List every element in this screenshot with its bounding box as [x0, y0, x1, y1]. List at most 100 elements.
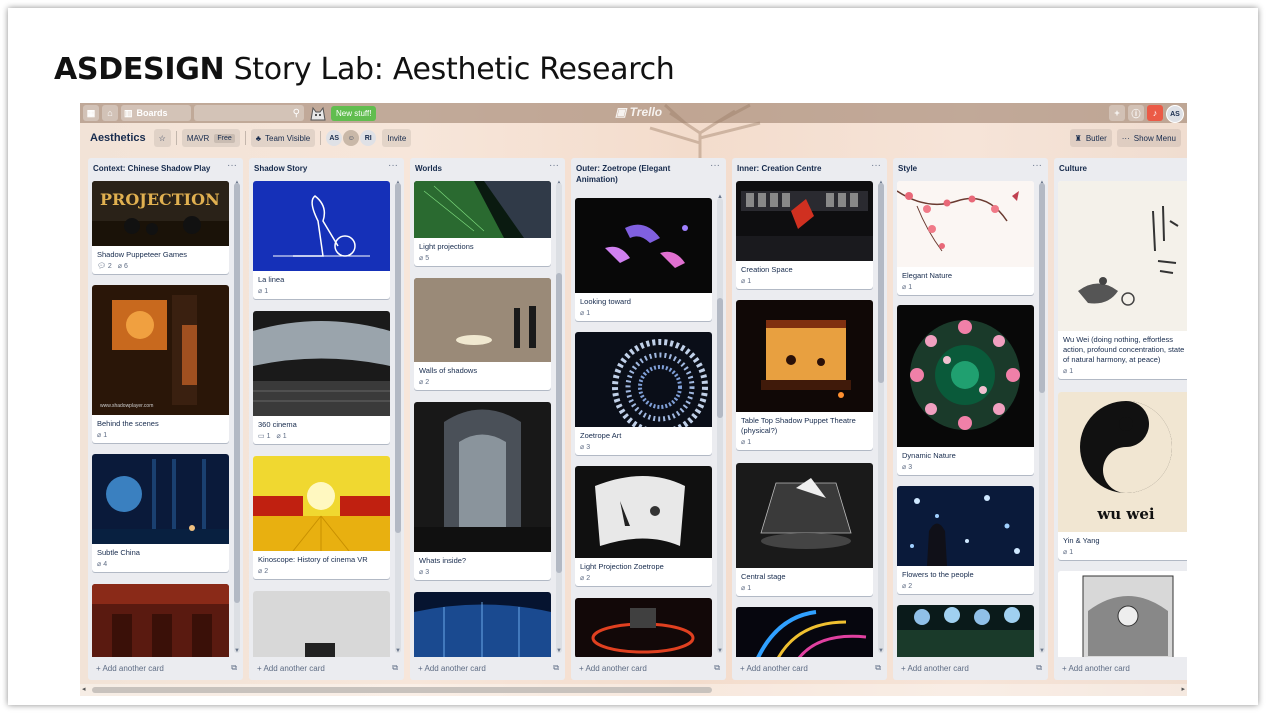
info-button[interactable]: ⓘ: [1128, 105, 1144, 121]
list-title[interactable]: Outer: Zoetrope (Elegant Animation): [571, 158, 726, 188]
scrollbar-thumb[interactable]: [395, 183, 401, 533]
card[interactable]: Central stage ⌀ 1: [736, 463, 873, 596]
card[interactable]: Dynamic Nature ⌀ 3: [897, 305, 1034, 475]
list-menu-icon[interactable]: ···: [388, 160, 398, 171]
board-name[interactable]: Aesthetics: [90, 132, 146, 144]
new-stuff-button[interactable]: New stuff!: [331, 105, 377, 121]
card[interactable]: [253, 591, 390, 657]
card-cover-image: [736, 463, 873, 568]
scroll-right-icon[interactable]: ▸: [1181, 685, 1185, 693]
trello-logo[interactable]: ▣ Trello: [615, 105, 662, 119]
board-horizontal-scrollbar[interactable]: ◂ ▸: [80, 684, 1187, 696]
card[interactable]: Whats inside? ⌀ 3: [414, 402, 551, 580]
template-icon[interactable]: ⧉: [714, 663, 720, 673]
card[interactable]: La linea ⌀ 1: [253, 181, 390, 299]
scrollbar-thumb[interactable]: [1039, 183, 1045, 393]
home-button[interactable]: ⌂: [102, 105, 118, 121]
scroll-down-icon[interactable]: ▼: [556, 648, 562, 654]
member-avatar[interactable]: AS: [326, 130, 343, 146]
visibility-button[interactable]: ♣ Team Visible: [250, 129, 316, 147]
card[interactable]: Light Projection Zoetrope ⌀ 2: [575, 466, 712, 586]
card[interactable]: PROJECTION Shadow Puppeteer Games 💬︎ 2 ⌀ 6: [92, 181, 229, 274]
member-avatar[interactable]: RI: [360, 130, 377, 146]
add-card-button[interactable]: + Add another card ⧉: [410, 658, 565, 680]
card[interactable]: Looking toward ⌀ 1: [575, 198, 712, 321]
card[interactable]: Kinoscope: History of cinema VR ⌀ 2: [253, 456, 390, 579]
list-scrollbar[interactable]: [878, 183, 884, 653]
card[interactable]: [1058, 571, 1187, 657]
lists-container: Context: Chinese Shadow Play ··· PROJECT…: [88, 158, 1187, 680]
template-icon[interactable]: ⧉: [392, 663, 398, 673]
notifications-button[interactable]: ♪: [1147, 105, 1163, 121]
invite-button[interactable]: Invite: [382, 129, 412, 147]
scroll-down-icon[interactable]: ▼: [234, 648, 240, 654]
scroll-down-icon[interactable]: ▼: [395, 648, 401, 654]
boards-button[interactable]: ▥ Boards: [121, 105, 191, 121]
list-menu-icon[interactable]: ···: [227, 160, 237, 171]
scrollbar-thumb[interactable]: [717, 298, 723, 418]
card[interactable]: Wu Wei (doing nothing, effortless action…: [1058, 181, 1187, 379]
card[interactable]: [414, 592, 551, 657]
card-cover: [92, 454, 229, 544]
husky-mascot-icon[interactable]: [308, 104, 328, 122]
add-card-button[interactable]: + Add another card ⧉: [249, 658, 404, 680]
team-button[interactable]: MAVR Free: [181, 129, 240, 147]
list-scrollbar[interactable]: [556, 183, 562, 653]
scroll-down-icon[interactable]: ▼: [717, 648, 723, 654]
add-card-button[interactable]: + Add another card: [1054, 658, 1187, 680]
add-card-button[interactable]: + Add another card ⧉: [732, 658, 887, 680]
card[interactable]: Flowers to the people ⌀ 2: [897, 486, 1034, 594]
card[interactable]: [575, 598, 712, 657]
list-scrollbar[interactable]: [234, 183, 240, 653]
card[interactable]: Zoetrope Art ⌀ 3: [575, 332, 712, 455]
horizontal-scrollbar-thumb[interactable]: [92, 687, 712, 693]
list-menu-icon[interactable]: ···: [871, 160, 881, 171]
card[interactable]: Table Top Shadow Puppet Theatre (physica…: [736, 300, 873, 450]
paperclip-icon: ⌀: [1063, 368, 1068, 375]
card[interactable]: Subtle China ⌀ 4: [92, 454, 229, 572]
card[interactable]: www.shadowplayer.com Behind the scenes ⌀…: [92, 285, 229, 443]
card[interactable]: 360 cinema ▭ 1 ⌀ 1: [253, 311, 390, 444]
list-menu-icon[interactable]: ···: [1032, 160, 1042, 171]
star-button[interactable]: ☆: [153, 129, 171, 147]
list-scrollbar[interactable]: [395, 183, 401, 653]
scrollbar-thumb[interactable]: [556, 273, 562, 573]
template-icon[interactable]: ⧉: [231, 663, 237, 673]
show-menu-button[interactable]: ··· Show Menu: [1116, 129, 1181, 147]
card[interactable]: Elegant Nature ⌀ 1: [897, 181, 1034, 295]
scrollbar-thumb[interactable]: [234, 183, 240, 603]
add-card-button[interactable]: + Add another card ⧉: [88, 658, 243, 680]
card[interactable]: wu wei Yin & Yang ⌀ 1: [1058, 392, 1187, 560]
trello-logo-icon: ▣: [615, 105, 630, 119]
template-icon[interactable]: ⧉: [553, 663, 559, 673]
list-scrollbar[interactable]: [717, 198, 723, 653]
scroll-down-icon[interactable]: ▼: [878, 648, 884, 654]
search-input[interactable]: ⚲: [194, 105, 304, 121]
template-icon[interactable]: ⧉: [1036, 663, 1042, 673]
card-cover: [92, 584, 229, 657]
create-button[interactable]: +: [1109, 105, 1125, 121]
card[interactable]: Light projections ⌀ 5: [414, 181, 551, 266]
list-menu-icon[interactable]: ···: [710, 160, 720, 171]
card[interactable]: [897, 605, 1034, 657]
butler-button[interactable]: ♜ Butler: [1069, 129, 1112, 147]
card-title: Flowers to the people: [902, 570, 974, 579]
card[interactable]: Creation Space ⌀ 1: [736, 181, 873, 289]
scroll-down-icon[interactable]: ▼: [1039, 648, 1045, 654]
add-card-button[interactable]: + Add another card ⧉: [893, 658, 1048, 680]
member-avatar-photo[interactable]: ☺: [343, 130, 360, 146]
card[interactable]: Walls of shadows ⌀ 2: [414, 278, 551, 390]
scroll-left-icon[interactable]: ◂: [82, 685, 86, 693]
attachments-badge: ⌀ 2: [580, 574, 591, 583]
apps-button[interactable]: ▦: [83, 105, 99, 121]
add-card-button[interactable]: + Add another card ⧉: [571, 658, 726, 680]
list-menu-icon[interactable]: ···: [549, 160, 559, 171]
card[interactable]: [736, 607, 873, 657]
template-icon[interactable]: ⧉: [875, 663, 881, 673]
user-avatar[interactable]: AS: [1166, 105, 1184, 123]
paperclip-icon: ⌀: [902, 464, 907, 471]
scrollbar-thumb[interactable]: [878, 183, 884, 383]
divider: [175, 131, 177, 145]
list-scrollbar[interactable]: [1039, 183, 1045, 653]
card[interactable]: [92, 584, 229, 657]
